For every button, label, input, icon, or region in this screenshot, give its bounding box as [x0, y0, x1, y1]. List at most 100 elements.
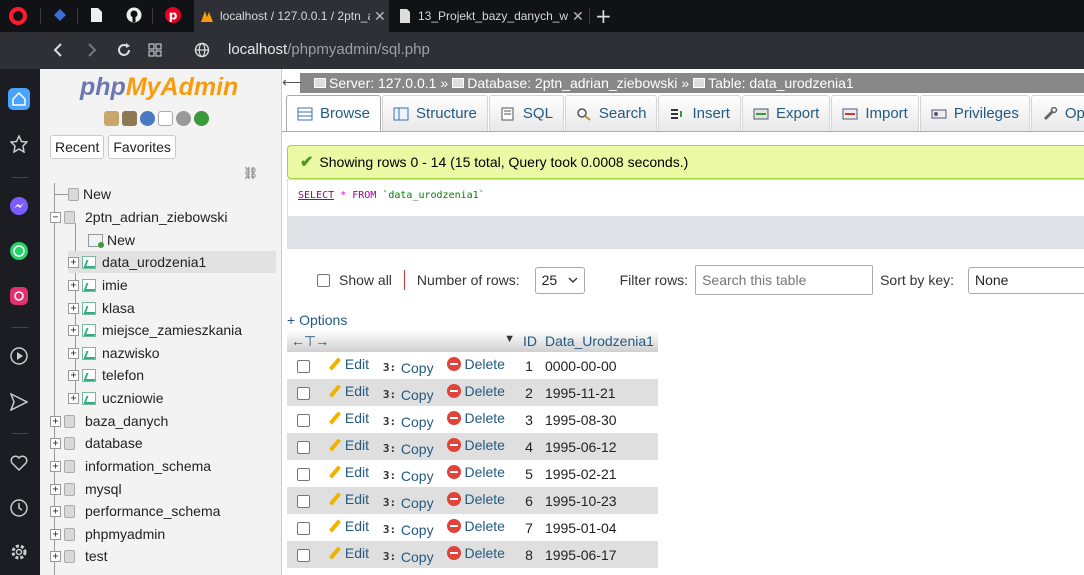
cell-date[interactable]: 1995-06-17 — [540, 541, 658, 568]
settings-gear-icon[interactable] — [8, 541, 30, 563]
tree-table-item[interactable]: + imie — [68, 274, 128, 296]
expand-icon[interactable]: + — [50, 528, 61, 540]
tree-table-item[interactable]: + klasa — [68, 297, 135, 319]
new-tab-button[interactable]: + — [595, 4, 612, 28]
home-icon[interactable] — [104, 111, 119, 126]
tree-new-table[interactable]: New — [88, 229, 135, 251]
expand-icon[interactable]: + — [68, 347, 79, 359]
copy-button[interactable]: 3: Copy — [383, 549, 434, 565]
help-icon[interactable] — [140, 111, 155, 126]
cell-date[interactable]: 1995-10-23 — [540, 487, 658, 514]
tree-table-item[interactable]: + nazwisko — [68, 342, 160, 364]
row-checkbox[interactable] — [297, 521, 310, 535]
breadcrumb-database[interactable]: Database: 2ptn_adrian_ziebowski — [467, 75, 677, 91]
instagram-icon[interactable] — [8, 285, 30, 307]
tab-search[interactable]: Search — [564, 95, 658, 131]
globe-icon[interactable] — [192, 40, 212, 60]
copy-button[interactable]: 3: Copy — [383, 441, 434, 457]
tab-import[interactable]: Import — [831, 95, 919, 131]
expand-icon[interactable]: + — [68, 256, 79, 268]
link-icon[interactable]: ⛓ — [243, 166, 258, 180]
delete-button[interactable]: Delete — [447, 383, 505, 399]
expand-icon[interactable]: + — [68, 279, 79, 291]
expand-icon[interactable]: + — [68, 392, 79, 404]
copy-button[interactable]: 3: Copy — [383, 495, 434, 511]
reload-icon[interactable] — [194, 111, 209, 126]
row-checkbox[interactable] — [297, 386, 310, 400]
edit-button[interactable]: Edit — [328, 491, 369, 507]
cell-id[interactable]: 3 — [518, 406, 541, 433]
github-tab-icon[interactable] — [126, 7, 142, 23]
recent-button[interactable]: Recent — [50, 135, 105, 159]
tree-db-item[interactable]: + test — [50, 545, 108, 567]
row-checkbox[interactable] — [297, 440, 310, 454]
tab-sql[interactable]: SQL — [488, 95, 564, 131]
cell-date[interactable]: 1995-02-21 — [540, 460, 658, 487]
expand-icon[interactable]: + — [50, 415, 61, 427]
expand-icon[interactable]: + — [68, 324, 79, 336]
history-icon[interactable] — [8, 497, 30, 519]
edit-button[interactable]: Edit — [328, 464, 369, 480]
expand-icon[interactable]: + — [50, 437, 61, 449]
opera-logo-icon[interactable] — [9, 7, 27, 25]
cell-date[interactable]: 0000-00-00 — [540, 352, 658, 379]
filter-rows-input[interactable]: Search this table — [695, 265, 874, 295]
cell-id[interactable]: 2 — [518, 379, 541, 406]
show-all-checkbox[interactable] — [317, 273, 330, 287]
cell-date[interactable]: 1995-08-30 — [540, 406, 658, 433]
expand-icon[interactable]: + — [50, 460, 61, 472]
document-tab-icon[interactable] — [88, 7, 104, 23]
sort-by-key-select[interactable]: None — [968, 266, 1084, 294]
tab-operations[interactable]: Ope — [1030, 95, 1084, 131]
tab-grid-icon[interactable] — [145, 40, 165, 60]
url-field[interactable]: localhost/phpmyadmin/sql.php — [228, 41, 430, 58]
cell-id[interactable]: 8 — [518, 541, 541, 568]
edit-button[interactable]: Edit — [328, 383, 369, 399]
column-resize-arrows-icon[interactable]: ←⊤→ — [291, 333, 329, 349]
tree-db-item[interactable]: + phpmyadmin — [50, 523, 165, 545]
edit-button[interactable]: Edit — [328, 356, 369, 372]
tree-db-item[interactable]: + database — [50, 432, 143, 454]
whatsapp-icon[interactable] — [8, 240, 30, 262]
expand-icon[interactable]: + — [50, 483, 61, 495]
copy-button[interactable]: 3: Copy — [383, 414, 434, 430]
edit-button[interactable]: Edit — [328, 437, 369, 453]
delete-button[interactable]: Delete — [447, 518, 505, 534]
pinned-tab-icon[interactable] — [52, 7, 68, 23]
browser-tab-projekt[interactable]: 13_Projekt_bazy_danych_w ✕ — [392, 0, 587, 32]
edit-button[interactable]: Edit — [328, 545, 369, 561]
show-all-label[interactable]: Show all — [339, 272, 392, 288]
sort-dropdown-icon[interactable]: ▼ — [504, 333, 515, 345]
edit-button[interactable]: Edit — [328, 410, 369, 426]
tab-export[interactable]: Export — [741, 95, 831, 131]
tab-browse[interactable]: Browse — [286, 95, 382, 131]
home-icon[interactable] — [8, 88, 30, 110]
back-button[interactable] — [48, 40, 68, 60]
tree-table-item[interactable]: + uczniowie — [68, 387, 163, 409]
cell-date[interactable]: 1995-11-21 — [540, 379, 658, 406]
tree-db-current[interactable]: − 2ptn_adrian_ziebowski — [50, 206, 227, 228]
tree-db-item[interactable]: + mysql — [50, 478, 122, 500]
documentation-icon[interactable] — [158, 111, 173, 126]
breadcrumb-server[interactable]: Server: 127.0.0.1 — [329, 75, 436, 91]
cell-date[interactable]: 1995-06-12 — [540, 433, 658, 460]
close-tab-icon[interactable]: ✕ — [572, 8, 584, 25]
column-header-id[interactable]: ID — [518, 330, 541, 352]
expand-icon[interactable]: + — [50, 550, 61, 562]
copy-button[interactable]: 3: Copy — [383, 468, 434, 484]
row-checkbox[interactable] — [297, 467, 310, 481]
copy-button[interactable]: 3: Copy — [383, 387, 434, 403]
column-header-date[interactable]: Data_Urodzenia1 — [540, 330, 658, 352]
reload-icon[interactable] — [114, 40, 134, 60]
collapse-icon[interactable]: − — [50, 211, 61, 223]
delete-button[interactable]: Delete — [447, 491, 505, 507]
copy-button[interactable]: 3: Copy — [383, 360, 434, 376]
exit-icon[interactable] — [122, 111, 137, 126]
player-icon[interactable] — [8, 345, 30, 367]
delete-button[interactable]: Delete — [447, 437, 505, 453]
collapse-nav-arrow-icon[interactable]: ⟵ — [282, 73, 302, 93]
delete-button[interactable]: Delete — [447, 356, 505, 372]
messenger-icon[interactable] — [8, 195, 30, 217]
row-checkbox[interactable] — [297, 494, 310, 508]
forward-button[interactable] — [82, 40, 102, 60]
